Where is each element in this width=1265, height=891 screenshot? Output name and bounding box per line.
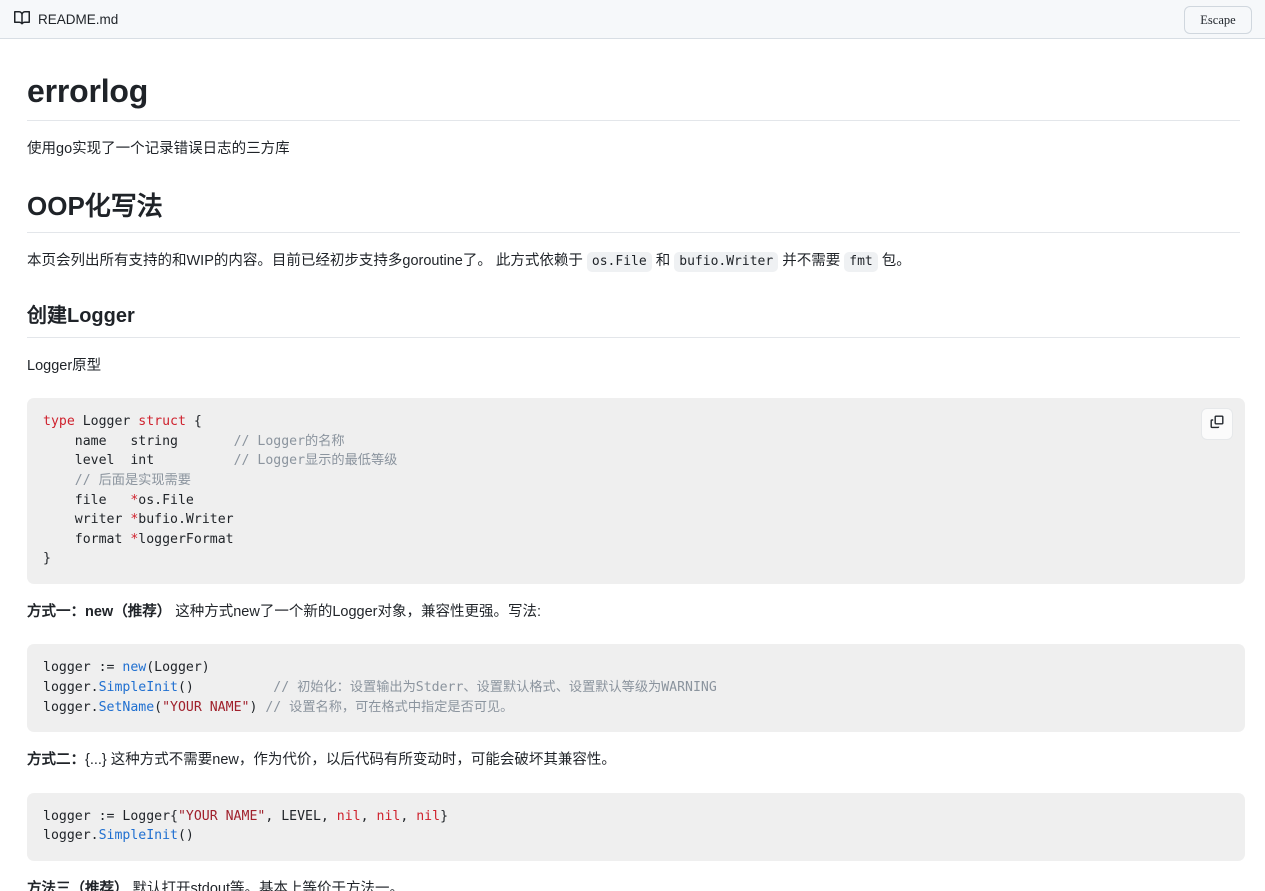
method-three-label: 方法三（推荐） <box>27 880 129 891</box>
oop-text-part4: 包。 <box>877 253 911 270</box>
markdown-body: errorlog 使用go实现了一个记录错误日志的三方库 OOP化写法 本页会列… <box>0 39 1265 891</box>
escape-button[interactable]: Escape <box>1184 6 1252 34</box>
method-two-label: 方式二： <box>27 752 85 769</box>
code-content: logger := Logger{"YOUR NAME", LEVEL, nil… <box>43 808 449 844</box>
section-heading-oop: OOP化写法 <box>27 190 1240 234</box>
logger-prototype-label: Logger原型 <box>27 357 102 374</box>
copy-code-button[interactable] <box>1201 408 1233 441</box>
oop-text-part3: 并不需要 <box>778 253 845 270</box>
inline-code-osfile: os.File <box>586 252 652 273</box>
inline-code-bufiowriter: bufio.Writer <box>674 252 779 273</box>
top-bar: README.md Escape <box>0 0 1265 39</box>
method-three-text: 默认打开stdout等。基本上等价于方法一。 <box>128 880 405 891</box>
file-name: README.md <box>38 11 119 27</box>
inline-code-fmt: fmt <box>844 252 878 273</box>
code-content: type Logger struct { name string // Logg… <box>43 414 398 567</box>
method-one-paragraph: 方式一：new（推荐） 这种方式new了一个新的Logger对象，兼容性更强。写… <box>27 601 1240 623</box>
method-two-paragraph: 方式二：{...} 这种方式不需要new，作为代价，以后代码有所变动时，可能会破… <box>27 749 1240 771</box>
code-block-logger-struct: type Logger struct { name string // Logg… <box>27 398 1245 584</box>
method-three-paragraph: 方法三（推荐） 默认打开stdout等。基本上等价于方法一。 <box>27 878 1240 891</box>
copy-icon <box>1209 414 1225 435</box>
method-two-text: {...} 这种方式不需要new，作为代价，以后代码有所变动时，可能会破坏其兼容… <box>85 752 616 769</box>
section-heading-create-logger: 创建Logger <box>27 303 1240 338</box>
book-icon <box>14 10 31 29</box>
method-one-label: 方式一：new（推荐） <box>27 603 172 620</box>
oop-paragraph: 本页会列出所有支持的和WIP的内容。目前已经初步支持多goroutine了。 此… <box>27 250 1240 273</box>
oop-text-part1: 本页会列出所有支持的和WIP的内容。目前已经初步支持多goroutine了。 此… <box>27 253 587 270</box>
intro-paragraph: 使用go实现了一个记录错误日志的三方库 <box>27 141 290 157</box>
method-one-text: 这种方式new了一个新的Logger对象，兼容性更强。写法: <box>171 603 542 620</box>
code-content: logger := new(Logger) logger.SimpleInit(… <box>43 660 717 715</box>
code-block-new-logger: logger := new(Logger) logger.SimpleInit(… <box>27 644 1245 733</box>
oop-text-part2: 和 <box>651 253 675 270</box>
code-block-literal-logger: logger := Logger{"YOUR NAME", LEVEL, nil… <box>27 792 1245 861</box>
file-tab[interactable]: README.md <box>14 10 118 29</box>
page-title: errorlog <box>27 71 1240 121</box>
